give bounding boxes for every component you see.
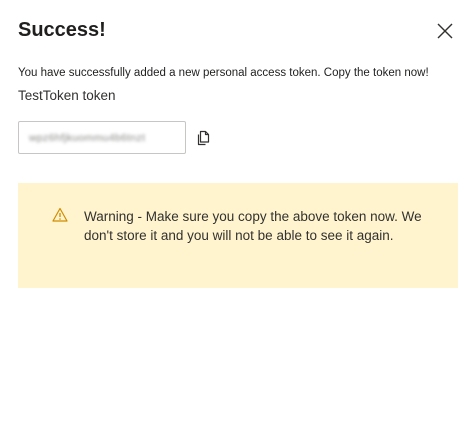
success-dialog: Success! You have successfully added a n… bbox=[0, 0, 474, 432]
warning-icon bbox=[52, 207, 68, 222]
token-value-field[interactable]: wpz6hfjkuommu4b6tnzt bbox=[18, 121, 186, 154]
close-icon bbox=[437, 23, 453, 39]
dialog-title: Success! bbox=[18, 19, 106, 41]
success-message: You have successfully added a new person… bbox=[18, 67, 429, 79]
warning-banner: Warning - Make sure you copy the above t… bbox=[18, 183, 458, 288]
copy-icon bbox=[197, 130, 210, 146]
close-button[interactable] bbox=[434, 20, 456, 42]
token-value-text: wpz6hfjkuommu4b6tnzt bbox=[29, 131, 146, 144]
token-name-label: TestToken token bbox=[18, 88, 116, 103]
copy-token-button[interactable] bbox=[193, 128, 213, 148]
warning-text: Warning - Make sure you copy the above t… bbox=[84, 209, 422, 243]
